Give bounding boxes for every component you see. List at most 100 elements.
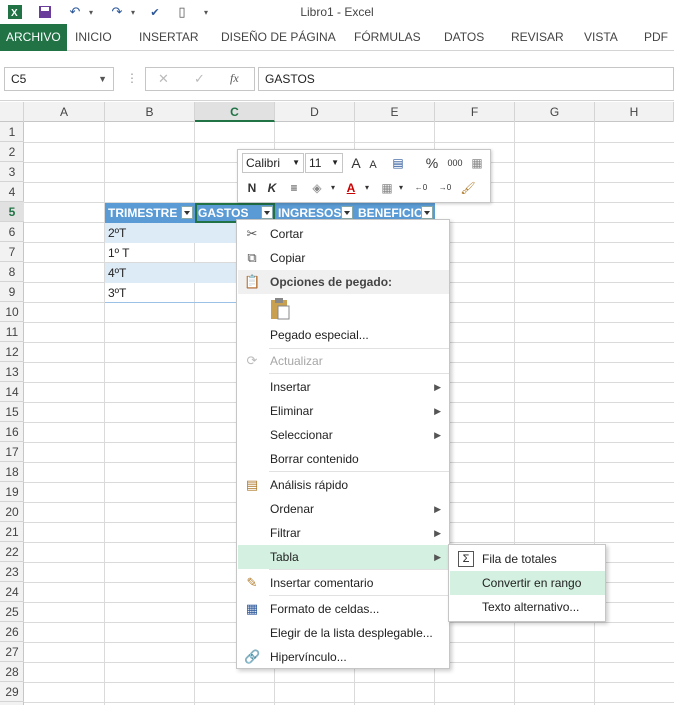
table-cell[interactable]: 1º T — [105, 243, 195, 263]
column-header-e[interactable]: E — [355, 102, 435, 122]
font-color-icon[interactable]: A — [342, 178, 360, 198]
tab-view[interactable]: VISTA — [584, 24, 618, 51]
column-header-f[interactable]: F — [435, 102, 515, 122]
row-header[interactable]: 2 — [0, 142, 24, 162]
row-header[interactable]: 20 — [0, 502, 24, 522]
column-header-c[interactable]: C — [195, 102, 275, 122]
row-header[interactable]: 27 — [0, 642, 24, 662]
menu-item-pick-from-list[interactable]: Elegir de la lista desplegable... — [238, 621, 449, 645]
fill-color-icon[interactable]: ◈ — [308, 178, 326, 198]
menu-item-filter[interactable]: Filtrar ▶ — [238, 521, 449, 545]
row-header[interactable]: 4 — [0, 182, 24, 202]
row-header[interactable]: 7 — [0, 242, 24, 262]
menu-item-cut[interactable]: ✂ Cortar — [238, 222, 449, 246]
font-name-box[interactable]: Calibri ▼ — [242, 153, 304, 173]
font-name-dropdown-icon[interactable]: ▼ — [292, 154, 300, 172]
row-header[interactable]: 3 — [0, 162, 24, 182]
select-all-corner[interactable] — [0, 102, 24, 122]
name-box-dropdown-icon[interactable]: ▼ — [98, 68, 107, 90]
italic-icon[interactable]: K — [264, 178, 280, 198]
menu-item-paste-special[interactable]: Pegado especial... — [238, 323, 449, 347]
menu-item-delete[interactable]: Eliminar ▶ — [238, 399, 449, 423]
row-header[interactable]: 9 — [0, 282, 24, 302]
submenu-item-convert-to-range[interactable]: Convertir en rango — [450, 571, 605, 595]
borders-dropdown-icon[interactable]: ▾ — [396, 178, 406, 198]
row-header[interactable]: 13 — [0, 362, 24, 382]
row-header[interactable]: 14 — [0, 382, 24, 402]
decrease-decimal-icon[interactable]: →0 — [434, 178, 456, 198]
menu-item-table[interactable]: Tabla ▶ — [238, 545, 449, 569]
paste-option-button[interactable] — [269, 297, 291, 321]
menu-item-copy[interactable]: ⧉ Copiar — [238, 246, 449, 270]
row-header[interactable]: 8 — [0, 262, 24, 282]
tab-file[interactable]: ARCHIVO — [0, 24, 67, 51]
row-header[interactable]: 23 — [0, 562, 24, 582]
column-header-b[interactable]: B — [105, 102, 195, 122]
increase-font-icon[interactable]: A — [348, 153, 364, 173]
menu-item-hyperlink[interactable]: 🔗 Hipervínculo... — [238, 645, 449, 669]
tab-review[interactable]: REVISAR — [511, 24, 564, 51]
increase-decimal-icon[interactable]: ←0 — [410, 178, 432, 198]
bold-icon[interactable]: N — [244, 178, 260, 198]
row-header[interactable]: 6 — [0, 222, 24, 242]
filter-dropdown-icon[interactable] — [261, 206, 273, 219]
formula-input[interactable]: GASTOS — [258, 67, 674, 91]
tab-page-layout[interactable]: DISEÑO DE PÁGINA — [221, 24, 336, 51]
insert-function-icon[interactable]: fx — [230, 71, 239, 86]
row-header[interactable]: 5 — [0, 202, 24, 222]
menu-item-quick-analysis[interactable]: ▤ Análisis rápido — [238, 473, 449, 497]
decrease-font-icon[interactable]: A — [366, 155, 380, 175]
align-center-icon[interactable]: ≡ — [286, 178, 302, 198]
font-size-dropdown-icon[interactable]: ▼ — [331, 154, 339, 172]
row-header[interactable]: 22 — [0, 542, 24, 562]
submenu-item-totals-row[interactable]: Σ Fila de totales — [450, 547, 605, 571]
table-cell[interactable]: 4ºT — [105, 263, 195, 283]
tab-formulas[interactable]: FÓRMULAS — [354, 24, 421, 51]
font-color-dropdown-icon[interactable]: ▾ — [362, 178, 372, 198]
filter-dropdown-icon[interactable] — [181, 206, 193, 219]
menu-item-sort[interactable]: Ordenar ▶ — [238, 497, 449, 521]
row-header[interactable]: 10 — [0, 302, 24, 322]
tab-data[interactable]: DATOS — [444, 24, 484, 51]
row-header[interactable]: 18 — [0, 462, 24, 482]
fill-color-dropdown-icon[interactable]: ▾ — [328, 178, 338, 198]
row-header[interactable]: 25 — [0, 602, 24, 622]
submenu-item-alt-text[interactable]: Texto alternativo... — [450, 595, 605, 619]
row-header[interactable]: 16 — [0, 422, 24, 442]
menu-item-insert[interactable]: Insertar ▶ — [238, 375, 449, 399]
menu-item-format-cells[interactable]: ▦ Formato de celdas... — [238, 597, 449, 621]
table-cell[interactable]: 3ºT — [105, 283, 195, 303]
comma-style-icon[interactable]: 000 — [444, 153, 466, 173]
menu-item-insert-comment[interactable]: ✎ Insertar comentario — [238, 571, 449, 595]
format-painter-table-icon[interactable]: ▦ — [468, 153, 486, 173]
cancel-icon[interactable]: ✕ — [158, 71, 169, 87]
name-box[interactable]: C5 ▼ — [4, 67, 114, 91]
column-header-h[interactable]: H — [595, 102, 674, 122]
row-header[interactable]: 17 — [0, 442, 24, 462]
row-header[interactable]: 29 — [0, 682, 24, 702]
enter-icon[interactable]: ✓ — [194, 71, 205, 87]
table-cell[interactable]: 2ºT — [105, 223, 195, 243]
table-header-trimestre[interactable]: TRIMESTRE — [105, 203, 195, 223]
row-header[interactable]: 26 — [0, 622, 24, 642]
column-header-d[interactable]: D — [275, 102, 355, 122]
menu-item-select[interactable]: Seleccionar ▶ — [238, 423, 449, 447]
tab-insert[interactable]: INSERTAR — [139, 24, 199, 51]
filter-dropdown-icon[interactable] — [421, 206, 433, 219]
row-header[interactable]: 11 — [0, 322, 24, 342]
row-header[interactable]: 1 — [0, 122, 24, 142]
row-header[interactable]: 28 — [0, 662, 24, 682]
tab-home[interactable]: INICIO — [75, 24, 112, 51]
number-format-icon[interactable]: ▤ — [386, 153, 410, 173]
row-header[interactable]: 15 — [0, 402, 24, 422]
row-header[interactable]: 21 — [0, 522, 24, 542]
format-painter-icon[interactable]: 🖌 — [458, 178, 478, 198]
menu-item-clear-contents[interactable]: Borrar contenido — [238, 447, 449, 471]
row-header[interactable]: 12 — [0, 342, 24, 362]
percent-style-icon[interactable]: % — [424, 153, 440, 173]
tab-pdf[interactable]: PDF — [644, 24, 668, 51]
row-header[interactable]: 24 — [0, 582, 24, 602]
font-size-box[interactable]: 11 ▼ — [305, 153, 343, 173]
filter-dropdown-icon[interactable] — [341, 206, 353, 219]
column-header-g[interactable]: G — [515, 102, 595, 122]
